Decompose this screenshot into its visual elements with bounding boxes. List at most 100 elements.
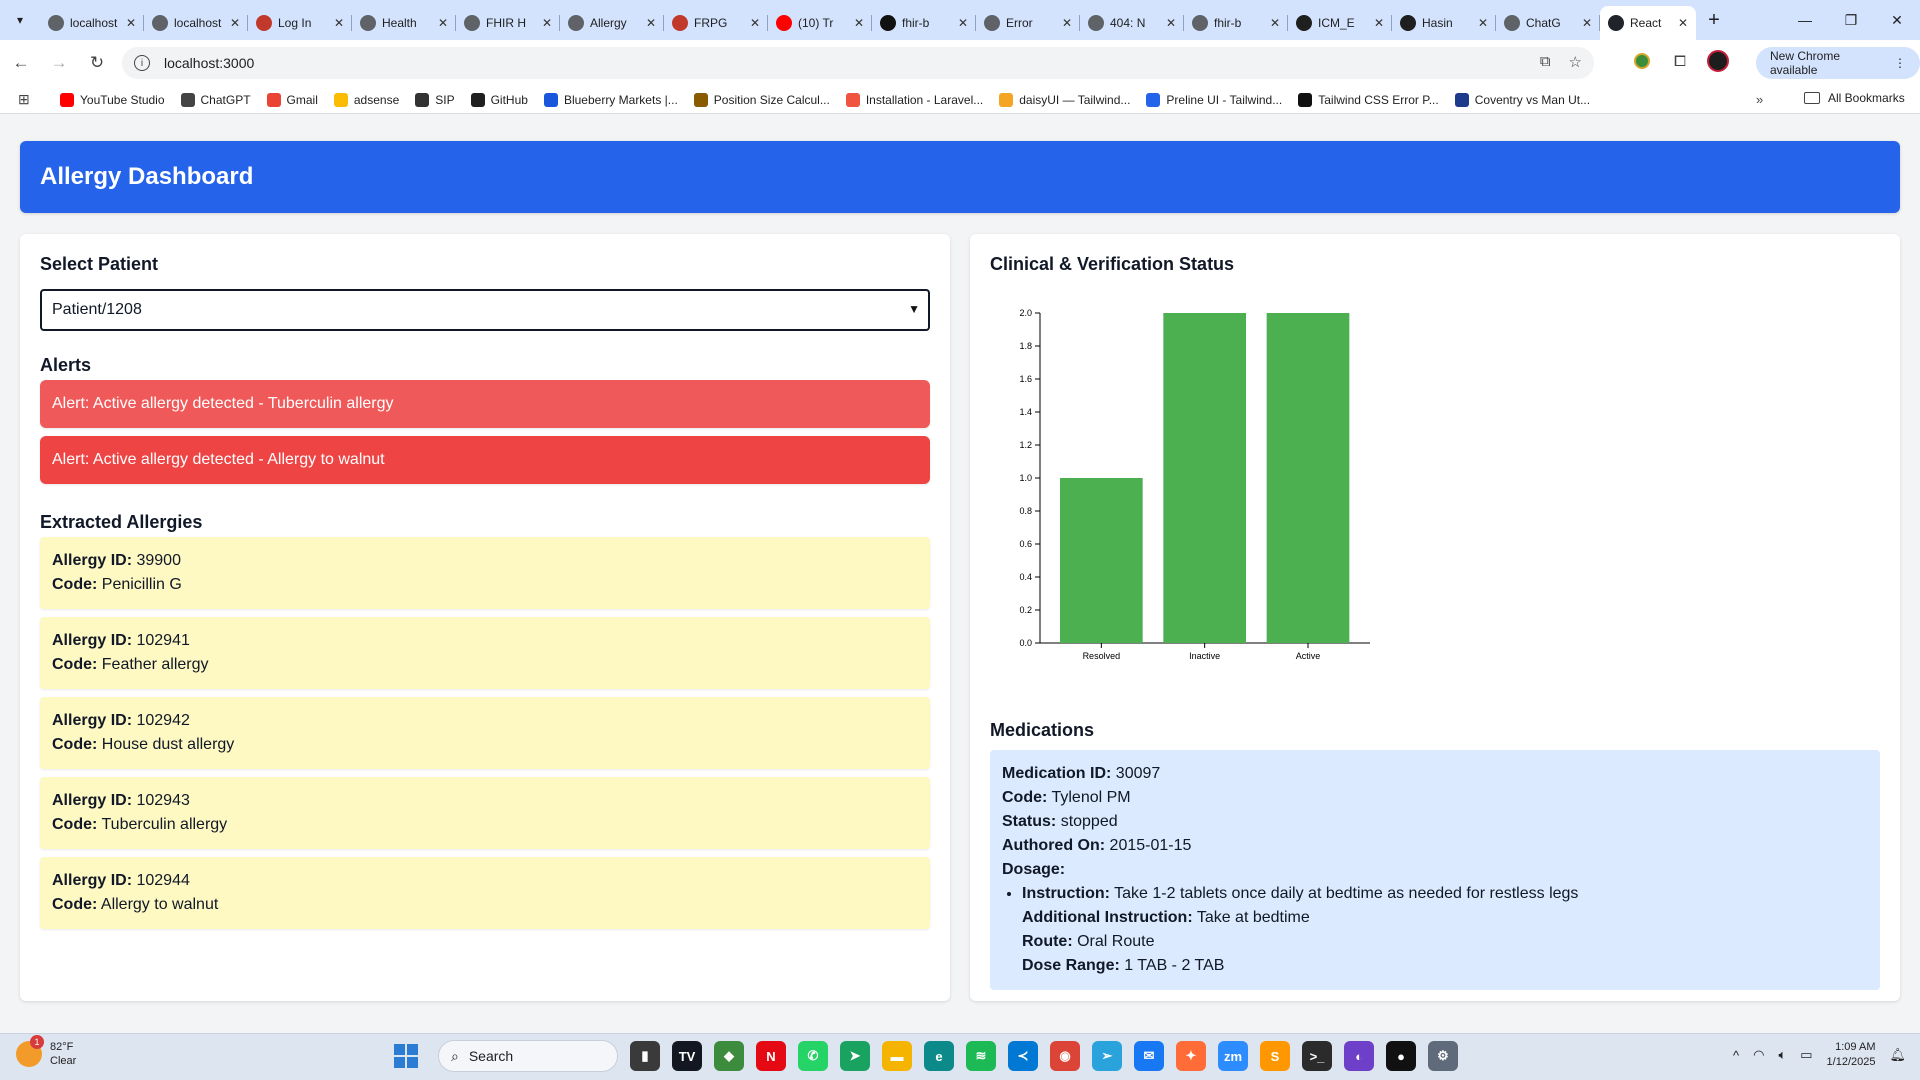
close-tab-icon[interactable]: ✕ [438,16,448,30]
bookmark-favicon-icon [999,92,1014,107]
bookmark-item[interactable]: Preline UI - Tailwind... [1146,92,1282,107]
close-tab-icon[interactable]: ✕ [126,16,136,30]
bookmark-item[interactable]: daisyUI — Tailwind... [999,92,1130,107]
bookmark-favicon-icon [180,92,195,107]
install-app-icon[interactable]: ⧉ [1540,53,1551,71]
bell-icon[interactable]: 🔔︎ [1889,1047,1906,1063]
patient-select[interactable]: Patient/1208 ▼ [40,289,930,331]
bookmark-item[interactable]: Gmail [266,92,318,107]
volume-icon[interactable]: 🔈︎ [1778,1047,1786,1063]
allergy-code-row: Code: Allergy to walnut [52,893,918,917]
bookmark-item[interactable]: Blueberry Markets |... [543,92,678,107]
browser-tab[interactable]: localhost ✕ [40,6,144,40]
browser-tab[interactable]: localhost ✕ [144,6,248,40]
taskbar-apps: ⌕ Search ▮ TV ◆ N ✆ ➤ ▬ e ≋ ≺ ◉ ➢ ✉ ✦ zm S >_ ◐ ● ⚙ [394,1040,1458,1072]
profile-avatar[interactable] [1706,49,1730,73]
close-tab-icon[interactable]: ✕ [542,16,552,30]
edge-icon[interactable]: e [924,1041,954,1071]
extensions-puzzle-icon[interactable]: ⧠ [1668,49,1692,73]
apps-grid-icon[interactable]: ⊞ [18,91,38,108]
github-desktop-icon[interactable]: ◐ [1344,1041,1374,1071]
bookmark-item[interactable]: ChatGPT [180,92,251,107]
browser-tab[interactable]: ChatG ✕ [1496,6,1600,40]
more-bookmarks-icon[interactable]: » [1756,92,1763,107]
file-explorer-icon[interactable]: ▮ [630,1041,660,1071]
chrome-icon[interactable]: ◉ [1050,1041,1080,1071]
netflix-icon[interactable]: N [756,1041,786,1071]
new-chrome-available-button[interactable]: New Chrome available ⋮ [1756,47,1920,79]
close-tab-icon[interactable]: ✕ [646,16,656,30]
minimize-button[interactable]: — [1782,0,1828,40]
site-info-icon[interactable]: i [134,55,150,71]
close-tab-icon[interactable]: ✕ [958,16,968,30]
spotify-icon[interactable]: ≋ [966,1041,996,1071]
reload-button[interactable]: ↻ [80,46,114,80]
all-bookmarks-button[interactable]: All Bookmarks [1804,91,1905,105]
wifi-icon[interactable]: ◠ [1753,1047,1764,1063]
postman-icon[interactable]: ✦ [1176,1041,1206,1071]
bookmark-item[interactable]: YouTube Studio [60,92,165,107]
maps-icon[interactable]: ➤ [840,1041,870,1071]
close-tab-icon[interactable]: ✕ [854,16,864,30]
messenger-icon[interactable]: ✉ [1134,1041,1164,1071]
browser-tab[interactable]: fhir-b ✕ [1184,6,1288,40]
record-icon[interactable]: ● [1386,1041,1416,1071]
sublime-icon[interactable]: S [1260,1041,1290,1071]
folder-icon[interactable]: ▬ [882,1041,912,1071]
chevron-up-icon[interactable]: ^ [1733,1048,1739,1063]
bookmark-item[interactable]: GitHub [470,92,528,107]
bookmark-item[interactable]: Installation - Laravel... [845,92,983,107]
close-tab-icon[interactable]: ✕ [1062,16,1072,30]
whatsapp-icon[interactable]: ✆ [798,1041,828,1071]
clock[interactable]: 1:09 AM 1/12/2025 [1827,1040,1876,1070]
address-bar[interactable]: i localhost:3000 ⧉ ☆ [122,47,1594,79]
vscode-icon[interactable]: ≺ [1008,1041,1038,1071]
close-tab-icon[interactable]: ✕ [1478,16,1488,30]
globe-icon [464,15,480,31]
browser-tab[interactable]: Health ✕ [352,6,456,40]
browser-tab[interactable]: 404: N ✕ [1080,6,1184,40]
browser-tab[interactable]: Hasin ✕ [1392,6,1496,40]
close-window-button[interactable]: ✕ [1874,0,1920,40]
bookmark-item[interactable]: SIP [415,92,455,107]
close-tab-icon[interactable]: ✕ [1166,16,1176,30]
close-tab-icon[interactable]: ✕ [1582,16,1592,30]
forward-button[interactable]: → [42,46,76,80]
browser-tab[interactable]: React ✕ [1600,6,1696,40]
browser-tab[interactable]: ICM_E ✕ [1288,6,1392,40]
bookmark-star-icon[interactable]: ☆ [1569,53,1582,71]
extension-globe-icon[interactable] [1630,49,1654,73]
close-tab-icon[interactable]: ✕ [334,16,344,30]
bookmark-item[interactable]: Position Size Calcul... [693,92,830,107]
bookmark-item[interactable]: adsense [333,92,399,107]
close-tab-icon[interactable]: ✕ [1678,16,1688,30]
tradingview-icon[interactable]: TV [672,1041,702,1071]
restore-button[interactable]: ❐ [1828,0,1874,40]
close-tab-icon[interactable]: ✕ [1270,16,1280,30]
terminal-icon[interactable]: >_ [1302,1041,1332,1071]
new-tab-button[interactable]: + [1700,6,1728,34]
taskbar-search[interactable]: ⌕ Search [438,1040,618,1072]
browser-tab[interactable]: fhir-b ✕ [872,6,976,40]
tab-search-button[interactable]: ▾ [6,6,34,34]
battery-icon[interactable]: ▭ [1800,1047,1812,1063]
start-button[interactable] [394,1044,418,1068]
bookmark-item[interactable]: Coventry vs Man Ut... [1454,92,1590,107]
browser-tab[interactable]: Log In ✕ [248,6,352,40]
zoom-icon[interactable]: zm [1218,1041,1248,1071]
browser-tab[interactable]: FHIR H ✕ [456,6,560,40]
browser-tab[interactable]: Error ✕ [976,6,1080,40]
browser-tab[interactable]: (10) Tr ✕ [768,6,872,40]
android-icon[interactable]: ◆ [714,1041,744,1071]
back-button[interactable]: ← [4,46,38,80]
close-tab-icon[interactable]: ✕ [1374,16,1384,30]
field-label: Code: [52,816,98,833]
weather-widget[interactable]: 1 82°F Clear [16,1035,76,1068]
bookmark-item[interactable]: Tailwind CSS Error P... [1298,92,1439,107]
close-tab-icon[interactable]: ✕ [230,16,240,30]
telegram-icon[interactable]: ➢ [1092,1041,1122,1071]
browser-tab[interactable]: Allergy ✕ [560,6,664,40]
close-tab-icon[interactable]: ✕ [750,16,760,30]
browser-tab[interactable]: FRPG ✕ [664,6,768,40]
settings-icon[interactable]: ⚙ [1428,1041,1458,1071]
